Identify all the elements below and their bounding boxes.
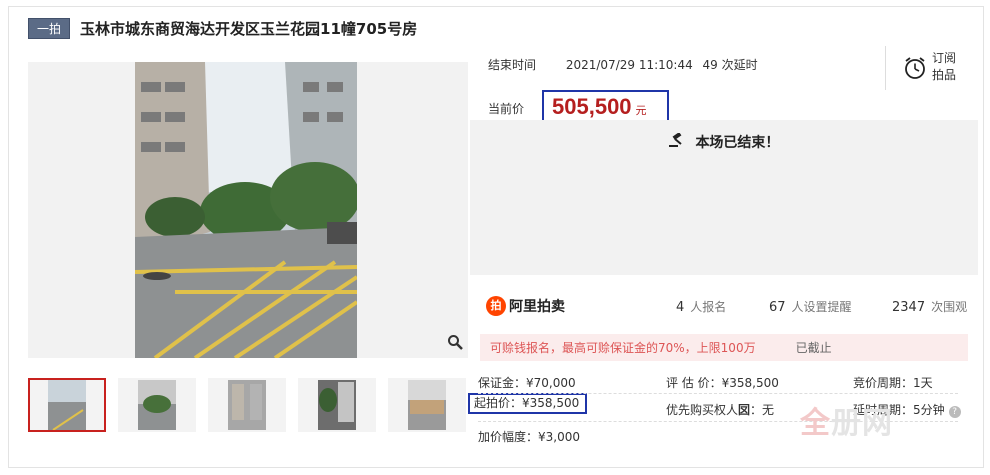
priority-buyer: 优先购买权人㘝：无 [666,403,775,417]
current-price-value: 505,500 [552,94,632,119]
thumbnail-2[interactable] [118,378,196,432]
subscribe-label: 订阅 拍品 [932,51,957,82]
auction-status: 本场已结束！ [470,132,978,152]
start-price: 起拍价：¥358,500 [468,393,588,414]
thumbnail-4[interactable] [298,378,376,432]
main-photo-area [28,62,468,358]
thumbnail-3[interactable] [208,378,286,432]
ali-auction-logo-icon: 拍 [486,296,506,316]
credit-notice-text: 可赊钱报名，最高可赊保证金的70%，上限100万 [490,341,756,355]
watermark-logo: 全册网 [800,407,893,440]
reminder-count: 67 人设置提醒 [769,299,852,315]
end-time-value: 2021/07/29 11:10:44 [565,58,693,72]
end-time-label: 结束时间 [488,58,537,72]
thumbnail-strip [28,378,478,432]
main-photo[interactable] [135,62,357,358]
gavel-icon [668,132,685,151]
end-time-row: 结束时间 2021/07/29 11:10:44 49 次延时 [488,56,758,73]
auction-round-badge: 一拍 [28,17,71,39]
page-title: 玉林市城东商贸海达开发区玉兰花园11幢705号房 [80,19,418,38]
ali-auction-logo-text: 阿里拍卖 [509,299,565,315]
valuation: 评 估 价：¥358,500 [666,376,779,390]
subscribe-button[interactable]: 订阅 拍品 [885,46,981,90]
price-increment: 加价幅度：¥3,000 [478,430,580,444]
stats-row: 拍 阿里拍卖 4 人报名 67 人设置提醒 2347 次围观 [486,290,976,322]
thumbnail-1[interactable] [28,378,106,432]
deposit: 保证金：¥70,000 [478,376,576,390]
auction-cycle: 竞价周期：1天 [853,376,933,390]
thumbnail-5[interactable] [388,378,466,432]
alarm-clock-icon [904,56,926,84]
auction-status-panel: 本场已结束！ [470,120,978,275]
start-price-box: 起拍价：¥358,500 [468,393,588,414]
credit-notice: 可赊钱报名，最高可赊保证金的70%，上限100万 已截止 [480,334,968,361]
auction-status-text: 本场已结束！ [695,135,780,151]
view-count: 2347 次围观 [892,299,968,315]
credit-notice-status: 已截止 [795,341,832,355]
price-unit: 元 [635,104,647,117]
ali-auction-logo: 拍 阿里拍卖 [486,296,565,316]
zoom-icon[interactable] [444,334,466,356]
delay-count: 49 次延时 [702,58,758,72]
divider [478,393,958,394]
signup-count: 4 人报名 [676,299,727,315]
current-price-label: 当前价 [488,101,525,116]
help-icon[interactable]: ? [948,406,961,418]
title-row: 一拍 玉林市城东商贸海达开发区玉兰花园11幢705号房 [28,16,417,40]
